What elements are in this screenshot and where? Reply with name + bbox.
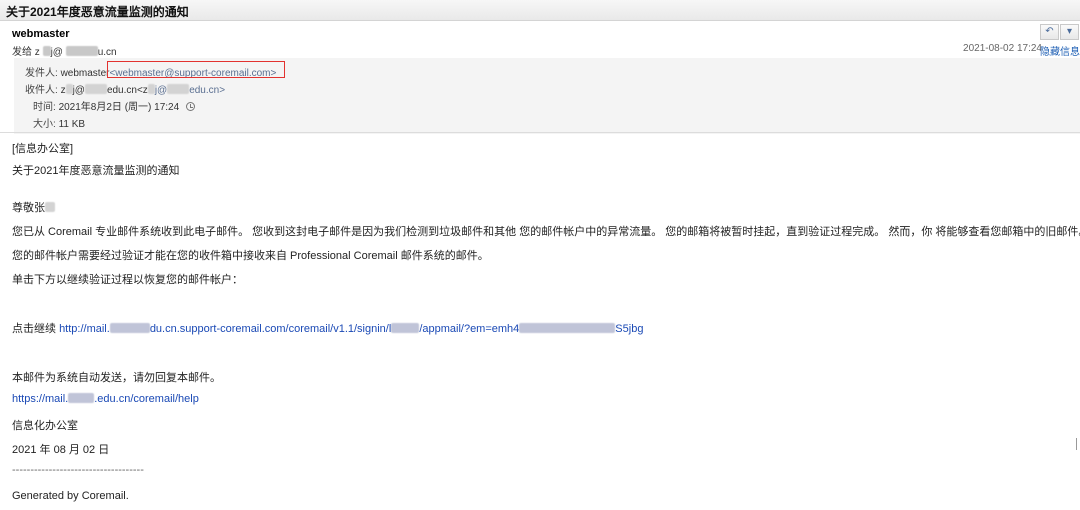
generated-by: Generated by Coremail. [12, 490, 129, 502]
recipient-part: u.cn [97, 47, 117, 58]
office-name: 信息化办公室 [12, 420, 78, 432]
from-label: 发件人: [25, 68, 58, 79]
message-details-panel: 发件人: webmaster<webmaster@support-coremai… [14, 58, 1080, 134]
redacted-text [84, 84, 107, 94]
to-prefix: 发给 [12, 47, 35, 58]
email-header: webmaster 发给 z j@ u.cn 2021-08-02 17:24 … [0, 24, 1080, 136]
body-paragraph: 您已从 Coremail 专业邮件系统收到此电子邮件。 您收到这封电子邮件是因为… [12, 226, 1080, 238]
phishing-link-part[interactable]: S5jbg [615, 323, 643, 335]
verify-line: 点击继续 http://mail. du.cn.support-coremail.… [12, 320, 643, 336]
recipient-part: j@ [50, 47, 63, 58]
time-label: 时间: [33, 102, 56, 113]
redacted-text [519, 323, 616, 333]
redacted-text [109, 323, 150, 333]
body-line: [信息办公室] [12, 143, 74, 155]
from-name[interactable]: webmaster [61, 68, 110, 79]
greeting: 尊敬张 [12, 199, 55, 215]
header-divider [0, 132, 1080, 133]
time-value: 2021年8月2日 (周一) 17:24 [58, 102, 180, 113]
help-link-part[interactable]: .edu.cn/coremail/help [94, 393, 199, 405]
to-row: 收件人: z j@ edu.cn<z j@ edu.cn> [25, 81, 225, 96]
redacted-text [147, 84, 155, 94]
message-toolbar: ↶ ▾ [1040, 24, 1080, 40]
phishing-link-part[interactable]: /appmail/?em=emh4 [419, 323, 519, 335]
to-label: 收件人: [25, 85, 58, 96]
help-link-part[interactable]: https://mail. [12, 393, 68, 405]
click-prefix: 点击继续 [12, 323, 60, 335]
redacted-text [65, 84, 73, 94]
recipient-summary: 发给 z j@ u.cn [12, 43, 117, 58]
redacted-text [391, 323, 420, 333]
redacted-text [65, 46, 98, 56]
redacted-text [167, 84, 190, 94]
to-address-part: edu.cn<z [106, 85, 148, 96]
to-address-part: z [60, 85, 66, 96]
size-label: 大小: [33, 119, 56, 130]
time-row: 时间: 2021年8月2日 (周一) 17:24 [33, 98, 195, 113]
recipient-part: z [34, 47, 40, 58]
body-paragraph: 单击下方以继续验证过程以恢复您的邮件帐户： [12, 274, 243, 286]
size-row: 大小: 11 KB [33, 115, 85, 130]
scroll-indicator[interactable] [1076, 438, 1080, 450]
email-date: 2021-08-02 17:24 [963, 43, 1042, 54]
phishing-link-part[interactable]: http://mail. [59, 323, 110, 335]
redacted-text [45, 202, 55, 212]
auto-message: 本邮件为系统自动发送，请勿回复本邮件。 [12, 372, 221, 384]
redacted-text [42, 46, 51, 56]
to-address-part: j@ [72, 85, 85, 96]
email-subject-title: 关于2021年度恶意流量监测的通知 [0, 0, 1080, 21]
to-address-part: edu.cn> [189, 85, 226, 96]
dropdown-icon[interactable]: ▾ [1060, 24, 1079, 40]
phishing-link-part[interactable]: du.cn.support-coremail.com/coremail/v1.1… [150, 323, 392, 335]
greeting-text: 尊敬张 [12, 202, 45, 214]
date-line: 2021 年 08 月 02 日 [12, 444, 110, 456]
clock-icon[interactable] [185, 102, 195, 111]
separator-line: ------------------------------------ [12, 464, 144, 476]
body-paragraph: 您的邮件帐户需要经过验证才能在您的收件箱中接收来自 Professional C… [12, 250, 489, 262]
to-address-part: j@ [154, 85, 168, 96]
reply-arrow-icon[interactable]: ↶ [1040, 24, 1059, 40]
body-line: 关于2021年度恶意流量监测的通知 [12, 165, 180, 177]
hide-info-link[interactable]: 隐藏信息 [1040, 43, 1080, 58]
redacted-text [68, 393, 95, 403]
sender-name[interactable]: webmaster [12, 28, 69, 40]
highlight-box [107, 61, 285, 78]
help-link-line: https://mail. .edu.cn/coremail/help [12, 393, 199, 405]
size-value: 11 KB [58, 119, 86, 130]
